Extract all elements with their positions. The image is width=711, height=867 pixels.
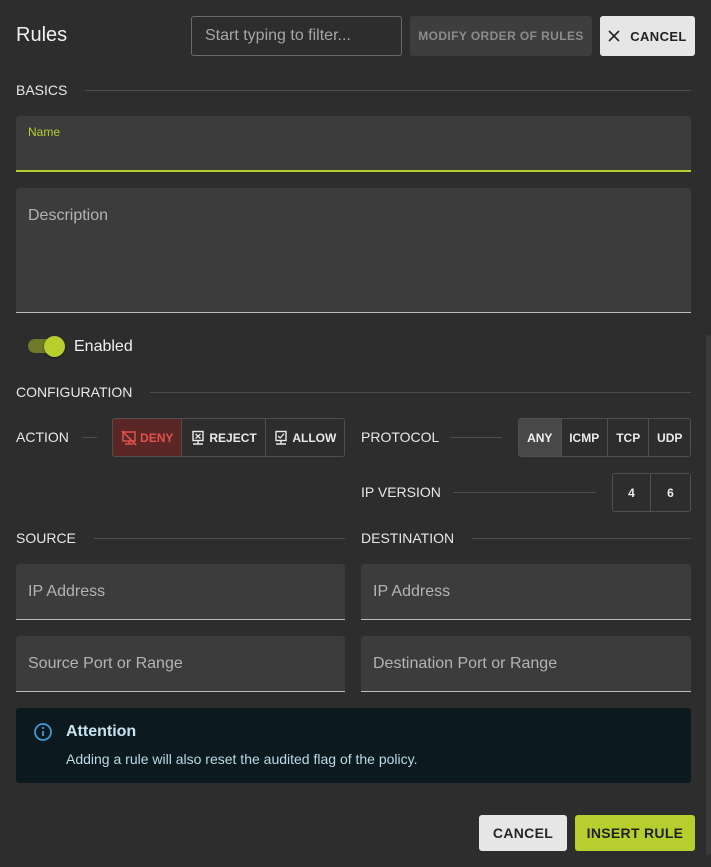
protocol-any-button[interactable]: ANY <box>519 419 562 456</box>
protocol-icmp-button[interactable]: ICMP <box>561 419 608 456</box>
protocol-label: PROTOCOL <box>361 429 440 445</box>
action-deny-label: DENY <box>140 430 174 445</box>
reject-icon <box>192 430 205 445</box>
attention-text: Adding a rule will also reset the audite… <box>66 751 418 767</box>
ip-version-divider <box>453 492 596 493</box>
basics-heading: BASICS <box>16 82 691 98</box>
source-heading: SOURCE <box>16 530 345 546</box>
source-port-placeholder: Source Port or Range <box>28 655 183 672</box>
close-icon <box>608 30 620 42</box>
source-heading-text: SOURCE <box>16 530 76 546</box>
action-reject-label: REJECT <box>209 430 257 445</box>
action-button-group: DENY REJECT ALLOW <box>112 418 345 457</box>
action-allow-label: ALLOW <box>292 430 337 445</box>
destination-port-field[interactable]: Destination Port or Range <box>361 636 691 692</box>
name-field[interactable]: Name <box>16 116 691 172</box>
deny-icon <box>121 429 137 446</box>
filter-input[interactable] <box>191 16 402 56</box>
enabled-toggle-knob[interactable] <box>44 336 65 357</box>
destination-heading: DESTINATION <box>361 530 691 546</box>
description-field[interactable]: Description <box>16 188 691 313</box>
ip-version-4-button[interactable]: 4 <box>613 474 652 511</box>
enabled-label: Enabled <box>74 338 133 355</box>
source-port-field[interactable]: Source Port or Range <box>16 636 345 692</box>
destination-ip-placeholder: IP Address <box>373 583 451 600</box>
modify-order-button[interactable]: MODIFY ORDER OF RULES <box>410 16 592 56</box>
allow-icon <box>275 430 288 445</box>
page-title: Rules <box>16 24 68 46</box>
destination-port-placeholder: Destination Port or Range <box>373 655 558 672</box>
cancel-button[interactable]: CANCEL <box>479 815 567 851</box>
cancel-button-top[interactable]: CANCEL <box>600 16 695 56</box>
description-placeholder: Description <box>28 207 109 224</box>
action-reject-button[interactable]: REJECT <box>182 419 266 456</box>
action-divider <box>83 437 97 438</box>
destination-ip-field[interactable]: IP Address <box>361 564 691 620</box>
action-deny-button[interactable]: DENY <box>113 419 183 456</box>
attention-banner <box>16 708 691 783</box>
action-allow-button[interactable]: ALLOW <box>265 419 344 456</box>
insert-rule-button[interactable]: INSERT RULE <box>575 815 695 851</box>
ip-version-6-button[interactable]: 6 <box>651 474 690 511</box>
source-ip-placeholder: IP Address <box>28 583 106 600</box>
cancel-button-top-label: CANCEL <box>630 28 687 44</box>
protocol-tcp-button[interactable]: TCP <box>607 419 650 456</box>
action-label: ACTION <box>16 429 69 445</box>
source-ip-field[interactable]: IP Address <box>16 564 345 620</box>
info-icon <box>34 723 52 741</box>
protocol-button-group: ANY ICMP TCP UDP <box>518 418 691 457</box>
ip-version-label: IP VERSION <box>361 484 441 500</box>
scrollbar[interactable] <box>706 335 711 855</box>
attention-title: Attention <box>66 723 137 740</box>
destination-heading-text: DESTINATION <box>361 530 455 546</box>
name-field-label: Name <box>28 125 61 139</box>
ip-version-button-group: 4 6 <box>612 473 691 512</box>
protocol-udp-button[interactable]: UDP <box>649 419 690 456</box>
protocol-divider <box>451 437 502 438</box>
basics-heading-text: BASICS <box>16 82 68 98</box>
configuration-heading: CONFIGURATION <box>16 384 691 400</box>
configuration-heading-text: CONFIGURATION <box>16 384 133 400</box>
